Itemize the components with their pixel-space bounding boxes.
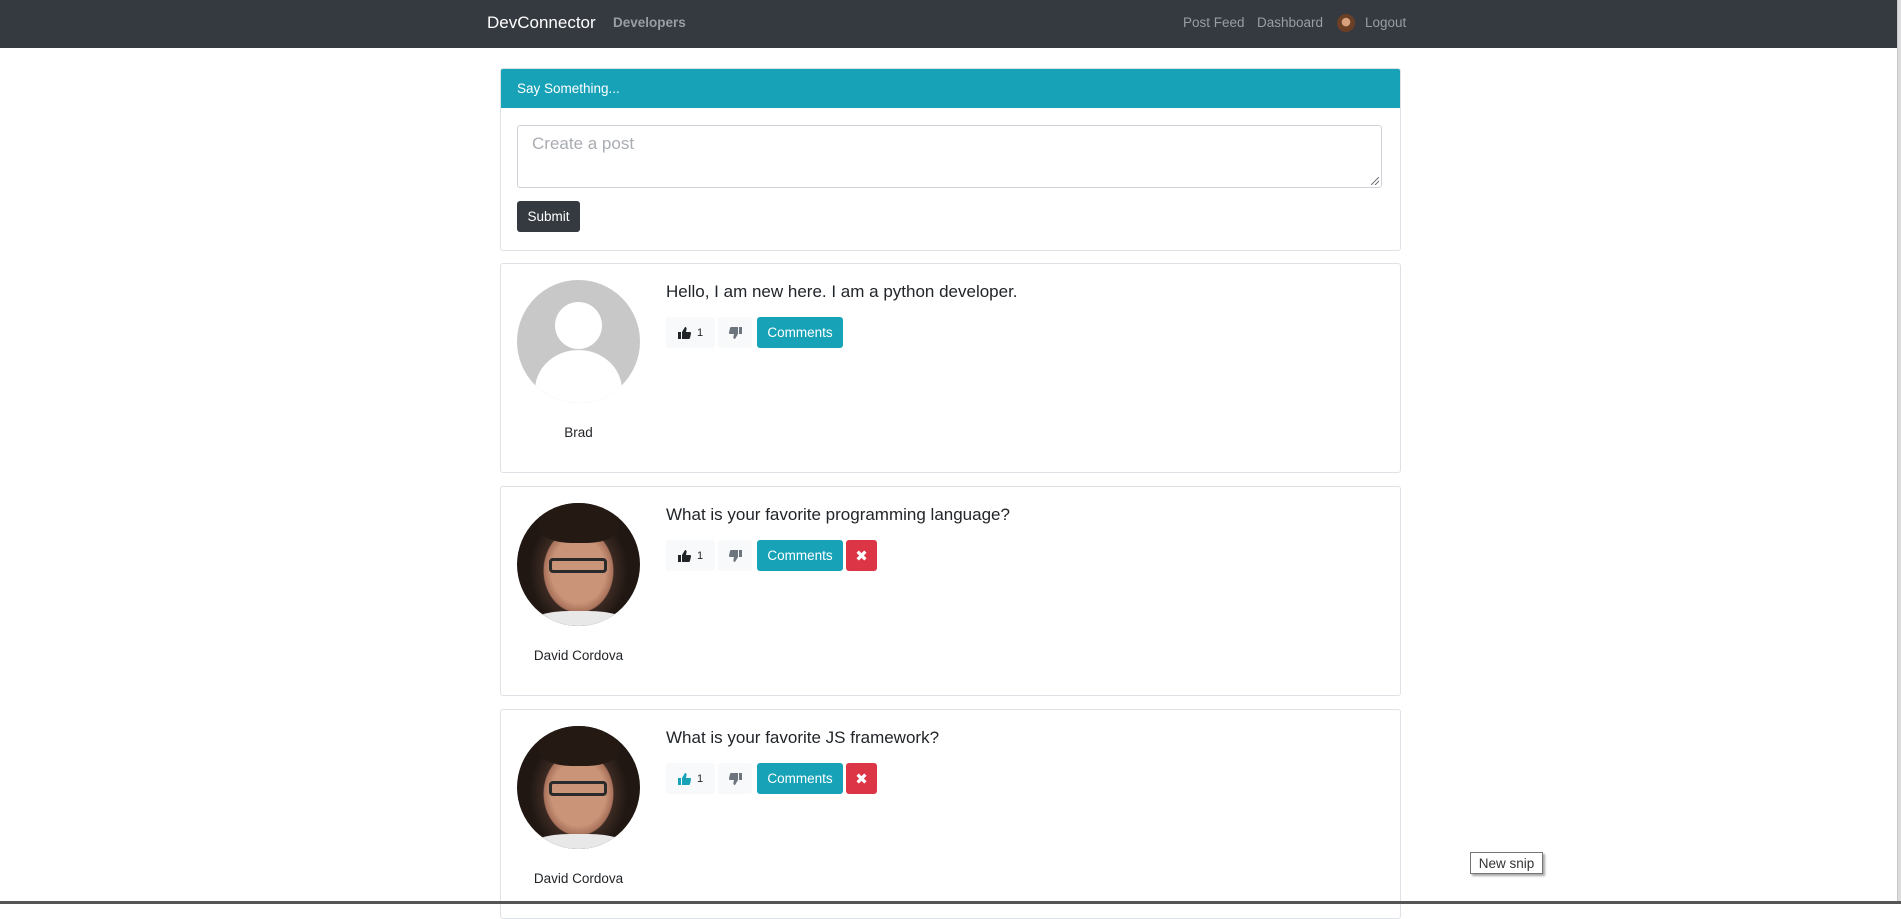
thumbs-up-icon <box>677 326 691 339</box>
post-text: Hello, I am new here. I am a python deve… <box>666 282 1018 301</box>
nav-logout-link[interactable]: Logout <box>1365 15 1406 30</box>
post-form: Say Something... Submit <box>500 68 1401 251</box>
delete-post-button[interactable]: ✖ <box>846 540 877 571</box>
post-author-name: David Cordova <box>533 648 624 663</box>
thumbs-up-icon <box>677 772 691 785</box>
post-card: Brad Hello, I am new here. I am a python… <box>500 263 1401 473</box>
thumbs-down-icon <box>728 326 742 339</box>
post-author-name: David Cordova <box>533 871 624 886</box>
like-button[interactable]: 1 <box>666 317 715 348</box>
post-card: David Cordova What is your favorite prog… <box>500 486 1401 696</box>
page-scrollbar[interactable] <box>1897 0 1901 904</box>
nav-developers-link[interactable]: Developers <box>613 15 686 30</box>
unlike-button[interactable] <box>718 317 752 348</box>
submit-button[interactable]: Submit <box>517 201 580 232</box>
user-photo-avatar[interactable] <box>517 726 640 849</box>
new-snip-tooltip: New snip <box>1470 852 1543 874</box>
post-form-header: Say Something... <box>501 69 1400 108</box>
post-text: What is your favorite programming langua… <box>666 505 1010 524</box>
like-count: 1 <box>696 549 704 562</box>
default-user-icon[interactable] <box>517 280 640 403</box>
brand-link[interactable]: DevConnector <box>487 13 596 33</box>
like-button[interactable]: 1 <box>666 763 715 794</box>
post-text: What is your favorite JS framework? <box>666 728 940 747</box>
create-post-textarea[interactable] <box>517 125 1382 188</box>
navbar: DevConnector Developers Post Feed Dashbo… <box>0 0 1901 48</box>
like-count: 1 <box>696 772 704 785</box>
comments-button[interactable]: Comments <box>757 763 843 794</box>
nav-post-feed-link[interactable]: Post Feed <box>1183 15 1245 30</box>
nav-user-avatar[interactable] <box>1337 14 1355 32</box>
resize-grip-icon[interactable] <box>1371 177 1379 185</box>
like-count: 1 <box>696 326 704 339</box>
thumbs-up-icon <box>677 549 691 562</box>
post-card: David Cordova What is your favorite JS f… <box>500 709 1401 919</box>
unlike-button[interactable] <box>718 763 752 794</box>
nav-dashboard-link[interactable]: Dashboard <box>1257 15 1323 30</box>
post-author-name: Brad <box>564 425 593 440</box>
thumbs-down-icon <box>728 772 742 785</box>
delete-post-button[interactable]: ✖ <box>846 763 877 794</box>
user-photo-avatar[interactable] <box>517 503 640 626</box>
thumbs-down-icon <box>728 549 742 562</box>
comments-button[interactable]: Comments <box>757 540 843 571</box>
unlike-button[interactable] <box>718 540 752 571</box>
comments-button[interactable]: Comments <box>757 317 843 348</box>
like-button[interactable]: 1 <box>666 540 715 571</box>
